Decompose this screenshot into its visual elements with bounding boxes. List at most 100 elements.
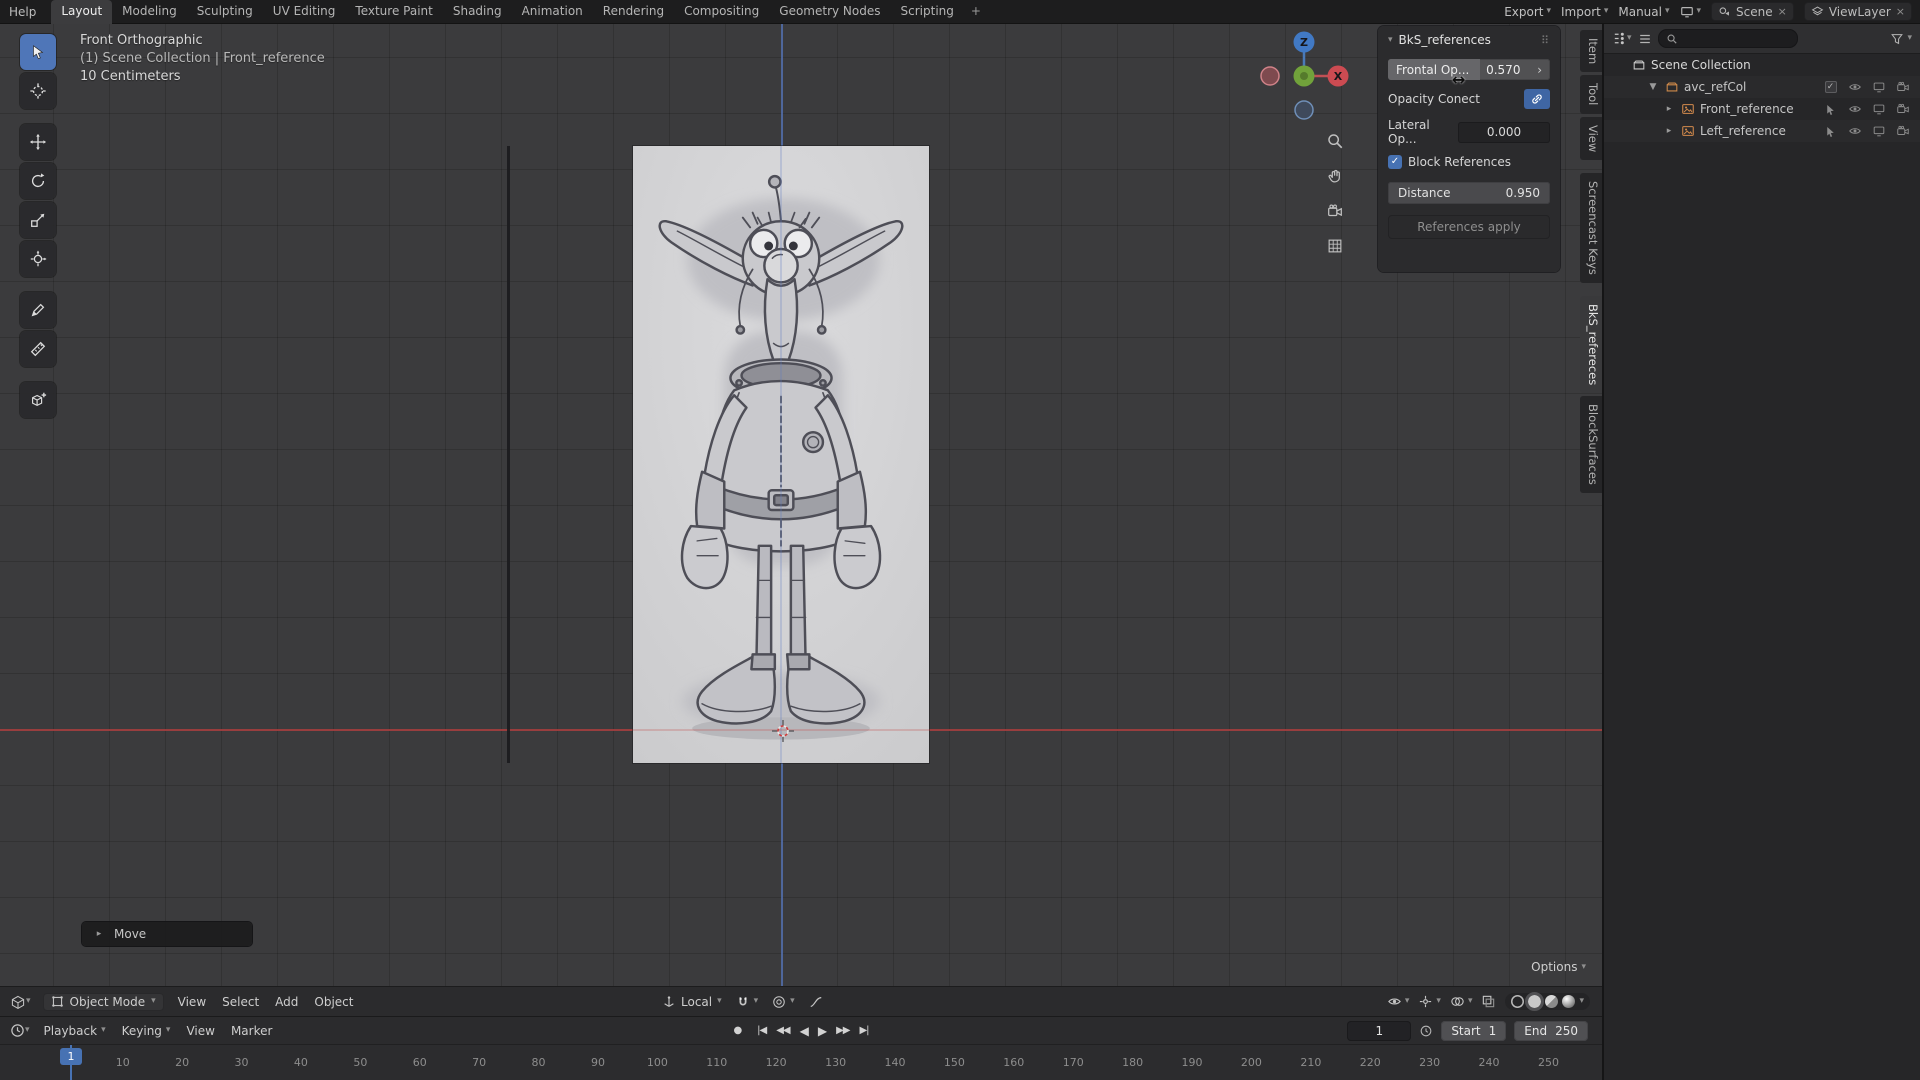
front-reference-object[interactable] (633, 146, 929, 763)
hide-in-viewport-toggle[interactable] (1845, 80, 1864, 94)
hide-in-viewport-toggle[interactable] (1845, 124, 1864, 138)
manual-button[interactable]: Manual ▾ (1618, 5, 1669, 19)
distance-field[interactable]: Distance 0.950 (1388, 182, 1550, 204)
overlays-dropdown[interactable]: ▾ (1450, 994, 1472, 1009)
disable-in-renders-toggle[interactable] (1893, 124, 1912, 138)
play-button[interactable]: ▶ (818, 1024, 827, 1038)
workspace-tab-sculpting[interactable]: Sculpting (187, 0, 263, 24)
viewlayer-selector[interactable]: ViewLayer × (1803, 2, 1912, 21)
left-reference-object[interactable] (507, 146, 510, 763)
opacity-connect-button[interactable] (1524, 89, 1550, 109)
tab-bks-refereces[interactable]: BkS_refereces (1580, 295, 1602, 393)
tab-view[interactable]: View (1580, 116, 1602, 160)
jump-to-start-button[interactable]: |◀ (757, 1025, 767, 1036)
selectable-toggle[interactable] (1821, 125, 1840, 138)
jump-to-end-button[interactable]: ▶| (859, 1025, 869, 1036)
menu-timeline-view[interactable]: View (184, 1024, 216, 1038)
tab-screencast-keys[interactable]: Screencast Keys (1580, 172, 1602, 283)
scene-selector[interactable]: Scene × (1711, 2, 1794, 21)
outliner-row-left-reference[interactable]: ▸ Left_reference (1604, 120, 1920, 142)
workspace-tab-modeling[interactable]: Modeling (112, 0, 187, 24)
collection-exclude-checkbox[interactable]: ✓ (1821, 81, 1840, 93)
proportional-editing-dropdown[interactable]: ▾ (772, 995, 795, 1009)
outliner-search-input[interactable] (1657, 29, 1798, 48)
unlink-viewlayer-icon[interactable]: × (1896, 5, 1905, 18)
move-tool-button[interactable] (20, 124, 56, 160)
editor-type-dropdown[interactable]: ▾ (10, 994, 31, 1010)
rotate-tool-button[interactable] (20, 163, 56, 199)
xray-toggle[interactable] (1481, 994, 1496, 1009)
workspace-tab-shading[interactable]: Shading (443, 0, 512, 24)
menu-playback[interactable]: Playback ▾ (42, 1024, 108, 1038)
outliner-display-mode-dropdown[interactable] (1638, 32, 1652, 46)
export-button[interactable]: Export ▾ (1504, 5, 1551, 19)
workspace-tab-layout[interactable]: Layout (51, 0, 113, 24)
add-workspace-button[interactable]: + (964, 0, 988, 24)
viewport-options-dropdown[interactable]: Options ▾ (1531, 960, 1586, 974)
gizmo-z-negative[interactable] (1294, 100, 1314, 120)
visibility-dropdown[interactable]: ▾ (1387, 994, 1409, 1009)
workspace-tab-animation[interactable]: Animation (512, 0, 593, 24)
outliner-row-front-reference[interactable]: ▸ Front_reference (1604, 98, 1920, 120)
disable-in-viewports-toggle[interactable] (1869, 124, 1888, 138)
perspective-toggle-button[interactable] (1322, 233, 1348, 259)
references-apply-button[interactable]: References apply (1388, 215, 1550, 239)
selectable-toggle[interactable] (1821, 103, 1840, 116)
falloff-curve-button[interactable] (809, 995, 823, 1009)
hide-in-viewport-toggle[interactable] (1845, 102, 1864, 116)
workspace-tab-scripting[interactable]: Scripting (891, 0, 964, 24)
workspace-tab-geometry-nodes[interactable]: Geometry Nodes (769, 0, 890, 24)
menu-select[interactable]: Select (220, 995, 261, 1009)
disable-in-viewports-toggle[interactable] (1869, 102, 1888, 116)
measure-tool-button[interactable] (20, 331, 56, 367)
workspace-tab-uv-editing[interactable]: UV Editing (263, 0, 346, 24)
outliner-editor-type-dropdown[interactable]: ▾ (1612, 31, 1632, 46)
scale-tool-button[interactable] (20, 202, 56, 238)
slider-right-arrow-icon[interactable]: › (1537, 63, 1542, 77)
shading-rendered-button[interactable] (1562, 995, 1576, 1008)
collapse-panel-icon[interactable]: ▾ (1388, 35, 1393, 45)
mode-dropdown[interactable]: Object Mode ▾ (42, 992, 164, 1011)
cursor-tool-button[interactable] (20, 73, 56, 109)
menu-add[interactable]: Add (273, 995, 300, 1009)
navigation-gizmo[interactable]: Z X (1256, 28, 1352, 124)
3d-viewport[interactable]: Front Orthographic (1) Scene Collection … (0, 24, 1602, 986)
transform-orientation-dropdown[interactable]: Local ▾ (662, 995, 722, 1009)
outliner-filter-dropdown[interactable]: ▾ (1890, 32, 1912, 46)
disable-in-renders-toggle[interactable] (1893, 80, 1912, 94)
outliner-row-avc-refcol[interactable]: ▼ avc_refCol ✓ (1604, 76, 1920, 98)
collapse-icon[interactable]: ▼ (1646, 82, 1660, 92)
gizmo-x-negative[interactable] (1260, 66, 1280, 86)
timeline-ruler[interactable]: 10 20 30 40 50 60 70 80 90 100 110 120 130 140 150 160 1… (0, 1044, 1602, 1080)
pan-button[interactable] (1322, 163, 1348, 189)
panel-drag-handle-icon[interactable]: ⠿ (1541, 34, 1550, 47)
tab-blocksurfaces[interactable]: BlockSurfaces (1580, 395, 1602, 493)
end-frame-field[interactable]: End 250 (1514, 1020, 1588, 1041)
disable-in-renders-toggle[interactable] (1893, 102, 1912, 116)
annotate-tool-button[interactable] (20, 292, 56, 328)
shading-material-button[interactable] (1545, 995, 1559, 1008)
shading-wireframe-button[interactable] (1511, 995, 1524, 1008)
outliner-row-scene-collection[interactable]: Scene Collection (1604, 54, 1920, 76)
expand-icon[interactable]: ▸ (1662, 126, 1676, 136)
play-reverse-button[interactable]: ◀ (800, 1024, 809, 1038)
camera-view-button[interactable] (1322, 198, 1348, 224)
panel-header[interactable]: ▾ BkS_references ⠿ (1388, 30, 1550, 50)
playhead-frame-badge[interactable]: 1 (60, 1048, 82, 1065)
menu-help[interactable]: Help (0, 0, 45, 24)
add-cube-tool-button[interactable] (20, 382, 56, 418)
preview-range-toggle[interactable] (1419, 1024, 1433, 1038)
current-frame-field[interactable]: 1 (1347, 1020, 1412, 1041)
workspace-tab-rendering[interactable]: Rendering (593, 0, 674, 24)
tweak-tool-button[interactable] (20, 34, 56, 70)
zoom-button[interactable] (1322, 128, 1348, 154)
menu-keying[interactable]: Keying ▾ (120, 1024, 173, 1038)
gizmos-dropdown[interactable]: ▾ (1418, 994, 1441, 1009)
previous-keyframe-button[interactable]: ◀◀ (776, 1025, 790, 1036)
expand-icon[interactable]: ▸ (1662, 104, 1676, 114)
unlink-scene-icon[interactable]: × (1778, 5, 1787, 18)
menu-view[interactable]: View (176, 995, 208, 1009)
frontal-opacity-slider[interactable]: Frontal Op... 0.570 › (1388, 59, 1550, 80)
auto-key-record-button[interactable]: ● (733, 1025, 742, 1036)
timeline-editor-type-dropdown[interactable]: ▾ (10, 1023, 30, 1038)
